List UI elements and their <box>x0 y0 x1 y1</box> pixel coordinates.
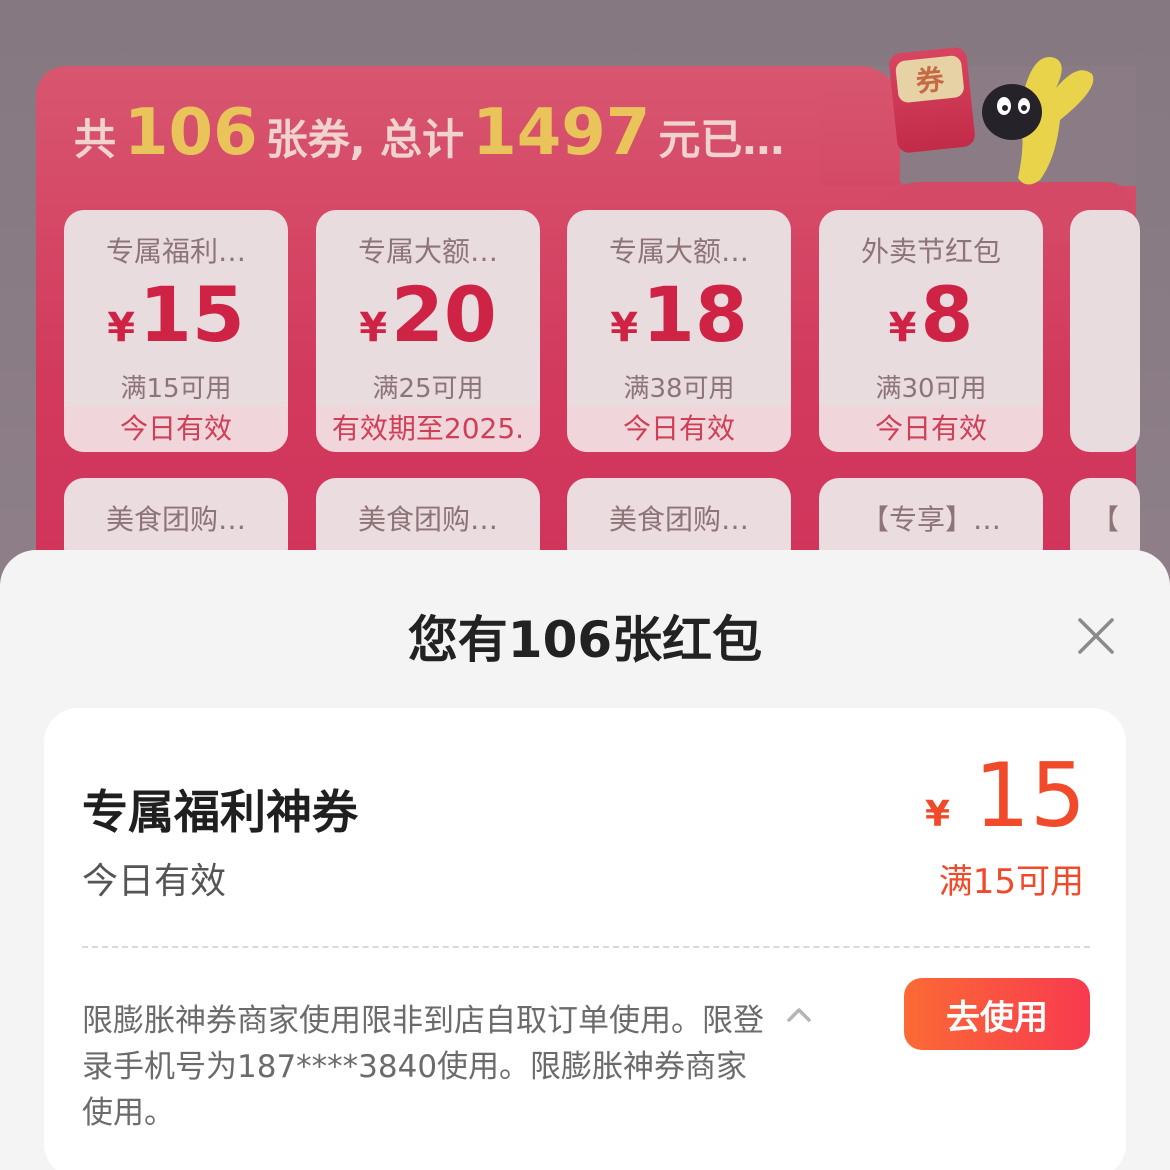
coupon-detail-card: 专属福利神券 今日有效 ¥ 15 满15可用 限膨胀神券商家使用限非到店自取订单… <box>44 708 1126 1170</box>
coupon-amount-value: 15 <box>974 744 1086 847</box>
panel-notch <box>820 66 900 186</box>
coupon-card-title: 【 <box>1090 503 1119 536</box>
use-coupon-button[interactable]: 去使用 <box>904 978 1090 1050</box>
envelope-label: 券 <box>894 54 965 104</box>
headline-prefix: 共 <box>74 115 117 164</box>
headline-count: 106 <box>124 96 258 170</box>
coupon-card-validity: 今日有效 <box>819 406 1043 452</box>
dashed-divider <box>82 946 1090 948</box>
coupon-condition: 满15可用 <box>938 862 1084 902</box>
coupon-card-title: 专属大额… <box>608 235 749 268</box>
coupon-card-condition: 满25可用 <box>372 374 484 404</box>
coupon-card-title: 【专享】… <box>860 503 1001 536</box>
currency-symbol: ¥ <box>924 794 951 835</box>
close-icon[interactable] <box>1070 610 1122 662</box>
coupon-card[interactable]: 外卖节红包 ¥8 满30可用 今日有效 <box>819 210 1043 452</box>
coupon-card-partial[interactable] <box>1070 210 1140 452</box>
coupon-card-validity: 今日有效 <box>64 406 288 452</box>
headline-middle: 张券, 总计 <box>265 115 465 164</box>
headline-total: 1497 <box>472 96 651 170</box>
coupon-rules-text: 限膨胀神券商家使用限非到店自取订单使用。限登录手机号为187****3840使用… <box>82 1003 764 1131</box>
coupon-card-title: 美食团购… <box>105 503 246 536</box>
coupon-bottom-sheet: 您有106张红包 专属福利神券 今日有效 ¥ 15 满15可用 限膨胀神券商家使… <box>0 550 1170 1170</box>
coupon-card-title: 美食团购… <box>357 503 498 536</box>
mascot-character-icon <box>982 57 1094 185</box>
coupon-name: 专属福利神券 <box>82 785 358 839</box>
coupon-card[interactable]: 专属福利… ¥15 满15可用 今日有效 <box>64 210 288 452</box>
coupon-card-amount: ¥8 <box>888 270 974 359</box>
coupon-card-condition: 满30可用 <box>875 374 987 404</box>
coupon-card-title: 专属大额… <box>357 235 498 268</box>
coupon-card-validity: 有效期至2025. <box>316 406 540 452</box>
background-page: 共 106 张券, 总计 1497 元已… 券 专属福利… ¥15 满15可用 … <box>0 0 1170 626</box>
chevron-up-icon[interactable] <box>782 1000 816 1030</box>
coupon-summary-headline: 共 106 张券, 总计 1497 元已… <box>74 96 784 186</box>
coupon-card-title: 美食团购… <box>608 503 749 536</box>
coupon-card[interactable]: 专属大额… ¥20 满25可用 有效期至2025. <box>316 210 540 452</box>
headline-suffix: 元已… <box>658 115 785 164</box>
sheet-title: 您有106张红包 <box>407 611 763 669</box>
coupon-card-title: 专属福利… <box>105 235 246 268</box>
coupon-card-condition: 满15可用 <box>120 374 232 404</box>
coupon-card-title: 外卖节红包 <box>860 235 1001 268</box>
coupon-validity: 今日有效 <box>82 861 227 902</box>
coupon-amount: ¥ 15 <box>925 744 1086 847</box>
coupon-card-amount: ¥20 <box>359 270 497 359</box>
coupon-card-amount: ¥15 <box>107 270 245 359</box>
coupon-card[interactable]: 专属大额… ¥18 满38可用 今日有效 <box>567 210 791 452</box>
coupon-card-validity: 今日有效 <box>567 406 791 452</box>
coupon-card-amount: ¥18 <box>610 270 748 359</box>
coupon-card-condition: 满38可用 <box>623 374 735 404</box>
